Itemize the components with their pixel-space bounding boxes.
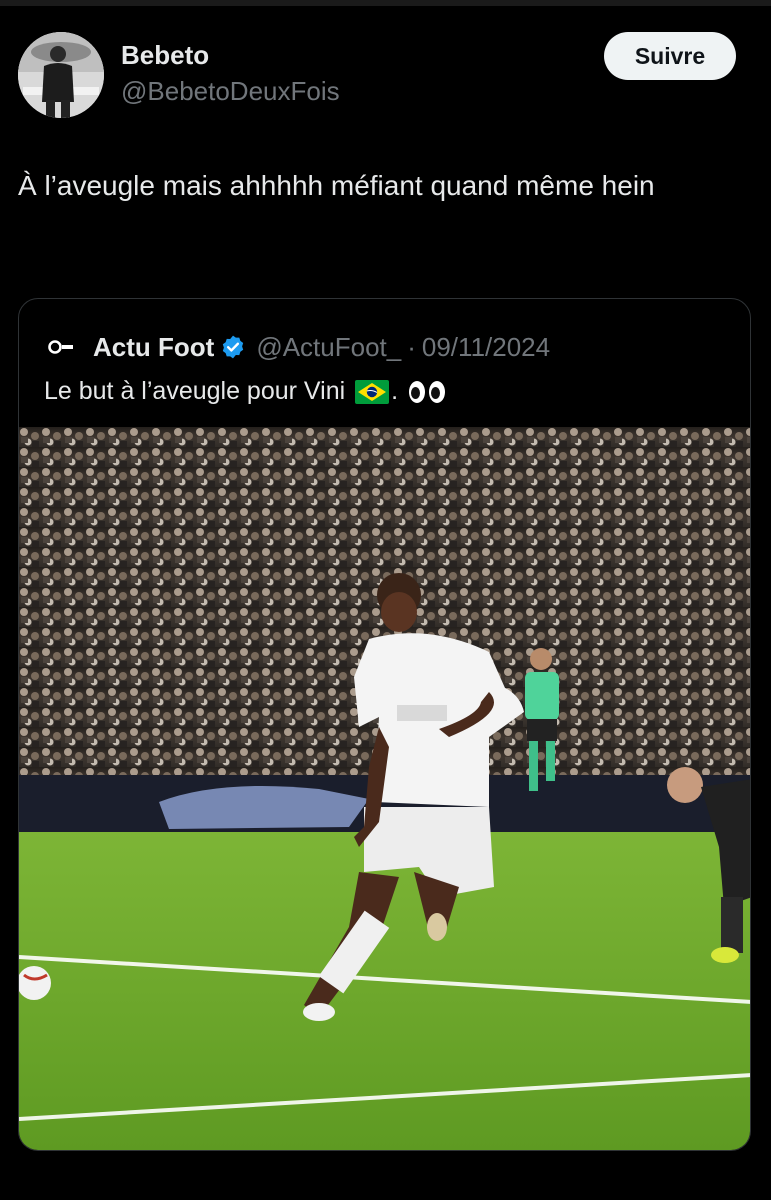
eyes-emoji-icon xyxy=(408,380,446,404)
follow-button[interactable]: Suivre xyxy=(604,32,736,80)
verified-badge-icon xyxy=(223,335,244,359)
separator-dot: · xyxy=(407,331,416,362)
quoted-author-name[interactable]: Actu Foot xyxy=(93,332,214,363)
tweet-text: À l’aveugle mais ahhhhh méfiant quand mê… xyxy=(18,170,655,201)
quoted-author-handle[interactable]: @ActuFoot_ xyxy=(256,332,401,363)
top-strip xyxy=(0,0,771,6)
quoted-tweet-text: Le but à l’aveugle pour Vini . xyxy=(44,377,446,406)
quoted-tweet-photo[interactable] xyxy=(19,427,750,1150)
quoted-author-avatar[interactable] xyxy=(47,332,77,362)
quoted-tweet-header: Actu Foot @ActuFoot_ · 09/11/2024 xyxy=(47,329,550,365)
quoted-tweet-card[interactable]: Actu Foot @ActuFoot_ · 09/11/2024 Le but… xyxy=(18,298,751,1151)
eye-right-icon xyxy=(429,380,446,403)
avatar-image xyxy=(18,32,104,118)
quoted-tweet-text-suffix: . xyxy=(391,377,399,405)
author-avatar[interactable] xyxy=(18,32,104,118)
football-celebration-photo xyxy=(19,427,750,1150)
author-handle[interactable]: @BebetoDeuxFois xyxy=(121,76,340,107)
brazil-flag-icon xyxy=(355,379,390,404)
author-name[interactable]: Bebeto xyxy=(121,40,209,71)
quoted-tweet-text-body: Le but à l’aveugle pour Vini xyxy=(44,377,346,405)
quoted-tweet-date[interactable]: 09/11/2024 xyxy=(422,332,550,363)
eye-left-icon xyxy=(409,380,426,403)
actu-foot-logo-icon xyxy=(48,340,73,354)
